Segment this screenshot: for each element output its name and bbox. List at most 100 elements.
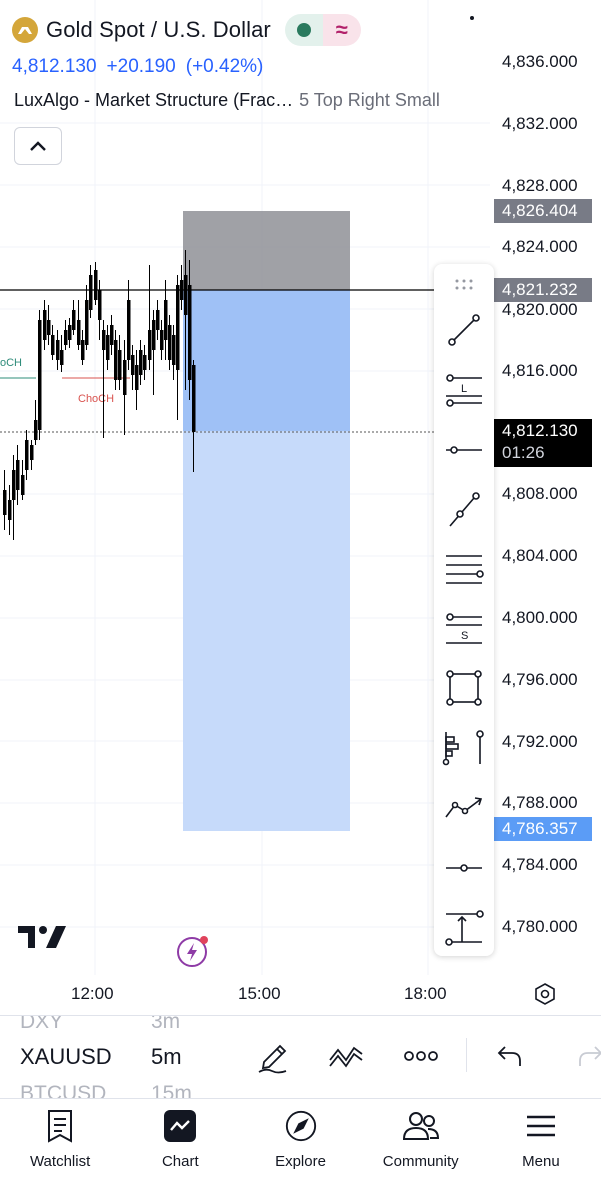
nav-label: Chart [161, 1153, 199, 1170]
target-zone-dark [183, 290, 350, 431]
nav-menu[interactable]: Menu [481, 1099, 601, 1200]
price-axis-label: 4,804.000 [502, 546, 578, 565]
current-interval[interactable]: 5m [151, 1044, 182, 1070]
candle-body [135, 365, 139, 390]
chart-area[interactable]: oCH ChoCH Gold Spot / U.S. Dollar ≈ 4,81… [0, 0, 601, 1015]
pencil-draw-icon[interactable] [256, 1038, 290, 1074]
current-price-tag: 4,812.130 01:26 [494, 419, 592, 467]
next-interval[interactable]: 15m [151, 1082, 192, 1098]
candle-body [176, 285, 180, 370]
price-axis-label: 4,816.000 [502, 361, 578, 380]
more-options-icon[interactable] [470, 16, 474, 20]
stop-loss-zone [183, 211, 350, 290]
prev-symbol[interactable]: DXY [20, 1016, 63, 1034]
candle-body [68, 325, 72, 340]
candle-body [30, 445, 34, 460]
chart-settings-icon[interactable] [533, 982, 557, 1006]
candle-body [131, 355, 135, 375]
nav-label: Community [382, 1153, 459, 1170]
candle-body [3, 490, 7, 515]
price-axis-label: 4,780.000 [502, 917, 578, 936]
price-axis-label: 4,808.000 [502, 484, 578, 503]
current-symbol[interactable]: XAUUSD [20, 1044, 112, 1070]
trend-line-icon[interactable] [434, 306, 494, 354]
market-open-dot-icon[interactable] [284, 14, 323, 46]
rectangle-icon[interactable] [434, 664, 494, 712]
nav-chart[interactable]: Chart [120, 1099, 240, 1200]
next-symbol[interactable]: BTCUSD [20, 1082, 106, 1098]
candle-body [106, 335, 110, 360]
nav-label: Menu [522, 1153, 560, 1170]
price-range-icon[interactable] [434, 724, 494, 772]
menu-icon [526, 1115, 555, 1137]
candle-body [156, 310, 160, 330]
symbol-title[interactable]: Gold Spot / U.S. Dollar [46, 17, 271, 43]
current-price-value: 4,812.130 [502, 421, 578, 440]
candle-body [164, 300, 168, 340]
time-axis-label: 18:00 [404, 984, 447, 1003]
candle-body [47, 320, 51, 335]
gold-logo-icon [12, 17, 38, 43]
candle-body [56, 340, 60, 360]
parallel-channel-icon[interactable] [434, 546, 494, 594]
drag-handle-icon[interactable] [454, 278, 474, 290]
community-icon [402, 1112, 439, 1140]
tradingview-logo-icon [18, 926, 66, 948]
flash-alert-icon[interactable] [176, 934, 210, 968]
vertical-measure-icon[interactable] [434, 904, 494, 952]
watchlist-icon [48, 1110, 73, 1143]
candle-body [143, 355, 147, 370]
realtime-wave-icon[interactable]: ≈ [322, 14, 361, 46]
candle-body [94, 270, 98, 300]
candle-body [110, 325, 114, 345]
bottom-navigation[interactable]: Watchlist Chart Explore Community Menu [0, 1099, 601, 1200]
candle-body [77, 320, 81, 345]
collapse-legend-button[interactable] [14, 127, 62, 165]
horizontal-ray-icon[interactable] [434, 426, 494, 474]
prev-interval[interactable]: 3m [151, 1016, 180, 1034]
symbol-interval-bar[interactable]: DXY 3m XAUUSD 5m BTCUSD 15m [0, 1016, 601, 1098]
price-axis-label: 4,788.000 [502, 793, 578, 812]
indicators-icon[interactable] [328, 1038, 366, 1072]
more-icon[interactable] [404, 1050, 438, 1062]
price-summary: 4,812.130 +20.190 (+0.42%) [12, 56, 263, 78]
nav-explore[interactable]: Explore [240, 1099, 360, 1200]
target-zone-light [183, 431, 350, 831]
candle-body [127, 300, 131, 360]
svg-text:S: S [461, 630, 468, 642]
candle-body [168, 325, 172, 360]
svg-text:L: L [461, 383, 467, 395]
indicator-name[interactable]: LuxAlgo - Market Structure (Frac… [14, 90, 293, 111]
time-axis-label: 12:00 [71, 984, 114, 1003]
short-position-lines-icon[interactable]: S [434, 606, 494, 654]
price-change-pct: (+0.42%) [185, 56, 264, 77]
ray-line-icon[interactable] [434, 486, 494, 534]
price-axis-label: 4,800.000 [502, 608, 578, 627]
redo-icon[interactable] [576, 1044, 601, 1068]
toolbar-separator [466, 1038, 467, 1072]
long-position-lines-icon[interactable]: L [434, 366, 494, 414]
target-price-tag: 4,786.357 [494, 817, 592, 841]
candle-body [34, 420, 38, 440]
indicator-legend[interactable]: LuxAlgo - Market Structure (Frac… 5 Top … [14, 90, 440, 111]
candle-body [118, 350, 122, 380]
candle-body [114, 340, 118, 380]
candle-body [123, 360, 127, 395]
price-axis-label: 4,796.000 [502, 670, 578, 689]
symbol-header[interactable]: Gold Spot / U.S. Dollar ≈ [12, 14, 361, 46]
nav-watchlist[interactable]: Watchlist [0, 1099, 120, 1200]
candle-body [8, 500, 12, 520]
time-axis-label: 15:00 [238, 984, 281, 1003]
bar-countdown: 01:26 [502, 443, 545, 462]
nav-community[interactable]: Community [361, 1099, 481, 1200]
drawing-toolbar[interactable]: L S [434, 264, 494, 956]
candle-body [102, 330, 106, 350]
chevron-up-icon [30, 141, 46, 151]
undo-icon[interactable] [496, 1044, 524, 1068]
horizontal-segment-icon[interactable] [434, 844, 494, 892]
status-pill[interactable]: ≈ [284, 14, 361, 46]
path-arrow-icon[interactable] [434, 784, 494, 832]
candle-body [98, 290, 102, 320]
indicator-params: 5 Top Right Small [299, 90, 440, 110]
price-axis-label: 4,828.000 [502, 176, 578, 195]
